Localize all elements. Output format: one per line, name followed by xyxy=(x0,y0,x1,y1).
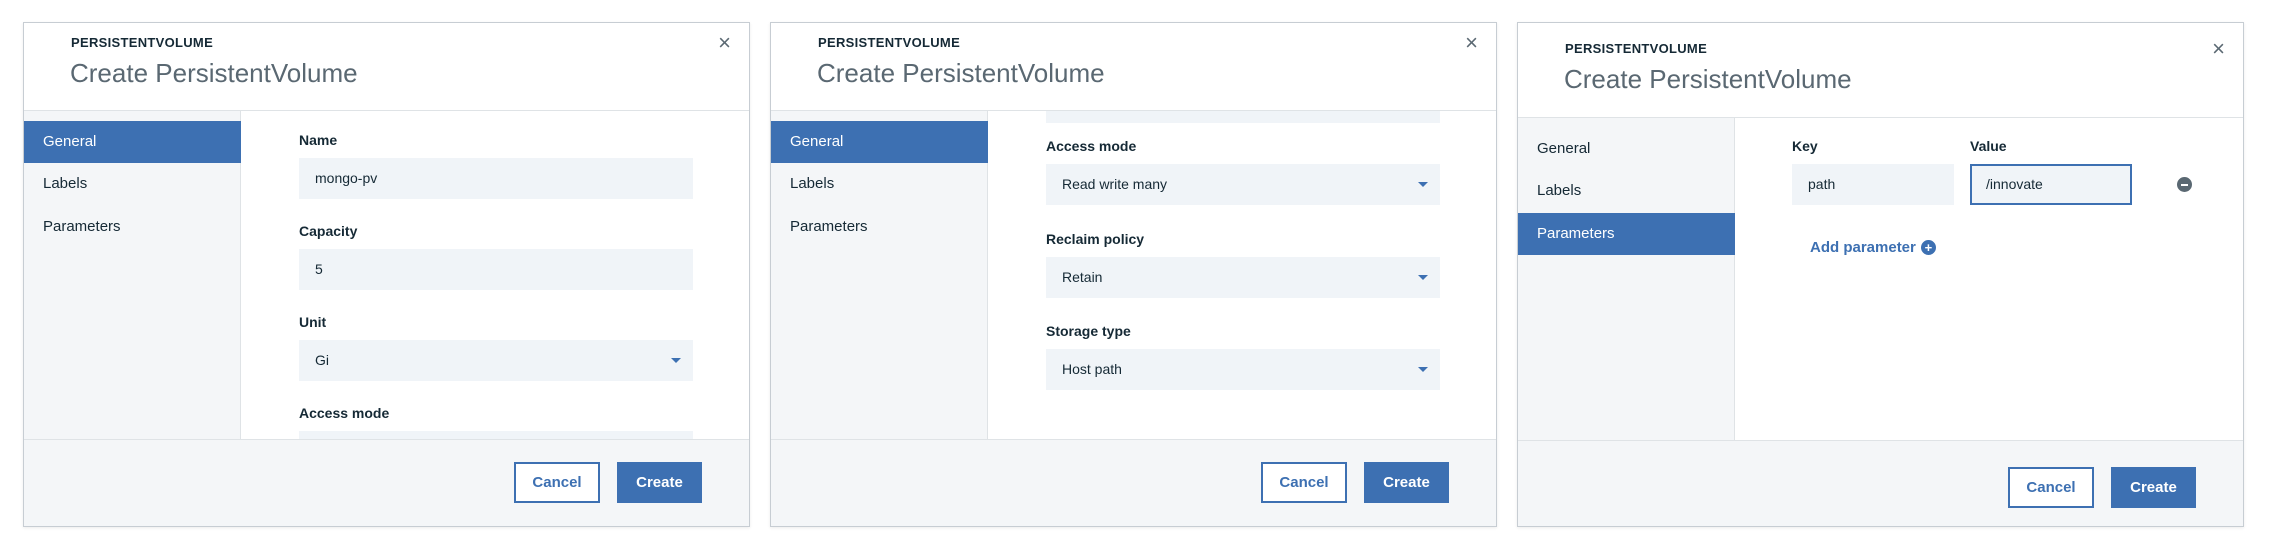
reclaim-policy-value: Retain xyxy=(1062,269,1103,285)
access-mode-label: Access mode xyxy=(299,405,390,421)
sidebar-item-parameters[interactable]: Parameters xyxy=(1518,213,1735,255)
cancel-button[interactable]: Cancel xyxy=(2008,467,2094,508)
access-mode-select[interactable] xyxy=(299,431,693,439)
close-icon[interactable]: × xyxy=(2212,37,2225,61)
sidebar-item-labels[interactable]: Labels xyxy=(24,163,241,205)
chevron-down-icon xyxy=(1418,182,1428,187)
previous-field-scrolled[interactable] xyxy=(1046,111,1440,123)
param-value-input[interactable]: /innovate xyxy=(1970,164,2132,205)
unit-select[interactable]: Gi xyxy=(299,340,693,381)
storage-type-label: Storage type xyxy=(1046,323,1131,339)
create-button[interactable]: Create xyxy=(1364,462,1449,503)
create-button[interactable]: Create xyxy=(2111,467,2196,508)
storage-type-value: Host path xyxy=(1062,361,1122,377)
unit-select-value: Gi xyxy=(315,352,329,368)
capacity-label: Capacity xyxy=(299,223,358,239)
sidebar-item-general[interactable]: General xyxy=(24,121,241,163)
dialog-footer: Cancel Create xyxy=(1518,440,2243,526)
add-parameter-button[interactable]: Add parameter + xyxy=(1810,239,1936,256)
create-pv-dialog-general-bottom: PERSISTENTVOLUME Create PersistentVolume… xyxy=(770,22,1497,527)
unit-label: Unit xyxy=(299,314,327,330)
chevron-down-icon xyxy=(1418,275,1428,280)
dialog-content: Access mode Read write many Reclaim poli… xyxy=(988,111,1496,439)
sidebar-item-general[interactable]: General xyxy=(1518,128,1735,170)
dialog-sidebar: General Labels Parameters xyxy=(771,111,988,439)
key-label: Key xyxy=(1792,138,1818,154)
sidebar-item-parameters[interactable]: Parameters xyxy=(24,206,241,248)
dialog-eyebrow: PERSISTENTVOLUME xyxy=(71,35,214,50)
create-pv-dialog-general-top: PERSISTENTVOLUME Create PersistentVolume… xyxy=(23,22,750,527)
sidebar-item-labels[interactable]: Labels xyxy=(1518,170,1735,212)
dialog-footer: Cancel Create xyxy=(771,439,1496,526)
create-button[interactable]: Create xyxy=(617,462,702,503)
dialog-content: Name mongo-pv Capacity 5 Unit Gi Access … xyxy=(241,111,749,439)
value-label: Value xyxy=(1970,138,2007,154)
sidebar-item-general[interactable]: General xyxy=(771,121,988,163)
sidebar-item-labels[interactable]: Labels xyxy=(771,163,988,205)
reclaim-policy-label: Reclaim policy xyxy=(1046,231,1145,247)
storage-type-select[interactable]: Host path xyxy=(1046,349,1440,390)
capacity-input[interactable]: 5 xyxy=(299,249,693,290)
add-parameter-label: Add parameter xyxy=(1810,239,1916,256)
close-icon[interactable]: × xyxy=(1465,31,1478,55)
dialog-title: Create PersistentVolume xyxy=(1564,64,1852,94)
create-pv-dialog-parameters: PERSISTENTVOLUME Create PersistentVolume… xyxy=(1517,22,2244,527)
plus-circle-icon: + xyxy=(1920,240,1936,255)
dialog-header: PERSISTENTVOLUME Create PersistentVolume… xyxy=(771,23,1496,111)
dialog-eyebrow: PERSISTENTVOLUME xyxy=(1565,41,1708,56)
cancel-button[interactable]: Cancel xyxy=(514,462,600,503)
access-mode-label: Access mode xyxy=(1046,138,1137,154)
sidebar-item-parameters[interactable]: Parameters xyxy=(771,206,988,248)
param-key-input[interactable]: path xyxy=(1792,164,1954,205)
dialog-sidebar: General Labels Parameters xyxy=(1518,118,1735,440)
remove-parameter-icon[interactable] xyxy=(2177,177,2192,192)
dialog-sidebar: General Labels Parameters xyxy=(24,111,241,439)
name-input[interactable]: mongo-pv xyxy=(299,158,693,199)
dialog-footer: Cancel Create xyxy=(24,439,749,526)
dialog-header: PERSISTENTVOLUME Create PersistentVolume… xyxy=(24,23,749,111)
name-label: Name xyxy=(299,132,338,148)
dialog-title: Create PersistentVolume xyxy=(70,58,358,88)
dialog-content: Key Value path /innovate Add parameter + xyxy=(1735,118,2243,440)
close-icon[interactable]: × xyxy=(718,31,731,55)
dialog-eyebrow: PERSISTENTVOLUME xyxy=(818,35,961,50)
access-mode-value: Read write many xyxy=(1062,176,1168,192)
access-mode-select[interactable]: Read write many xyxy=(1046,164,1440,205)
dialog-header: PERSISTENTVOLUME Create PersistentVolume… xyxy=(1518,23,2243,118)
cancel-button[interactable]: Cancel xyxy=(1261,462,1347,503)
chevron-down-icon xyxy=(1418,367,1428,372)
chevron-down-icon xyxy=(671,358,681,363)
reclaim-policy-select[interactable]: Retain xyxy=(1046,257,1440,298)
dialog-title: Create PersistentVolume xyxy=(817,58,1105,88)
